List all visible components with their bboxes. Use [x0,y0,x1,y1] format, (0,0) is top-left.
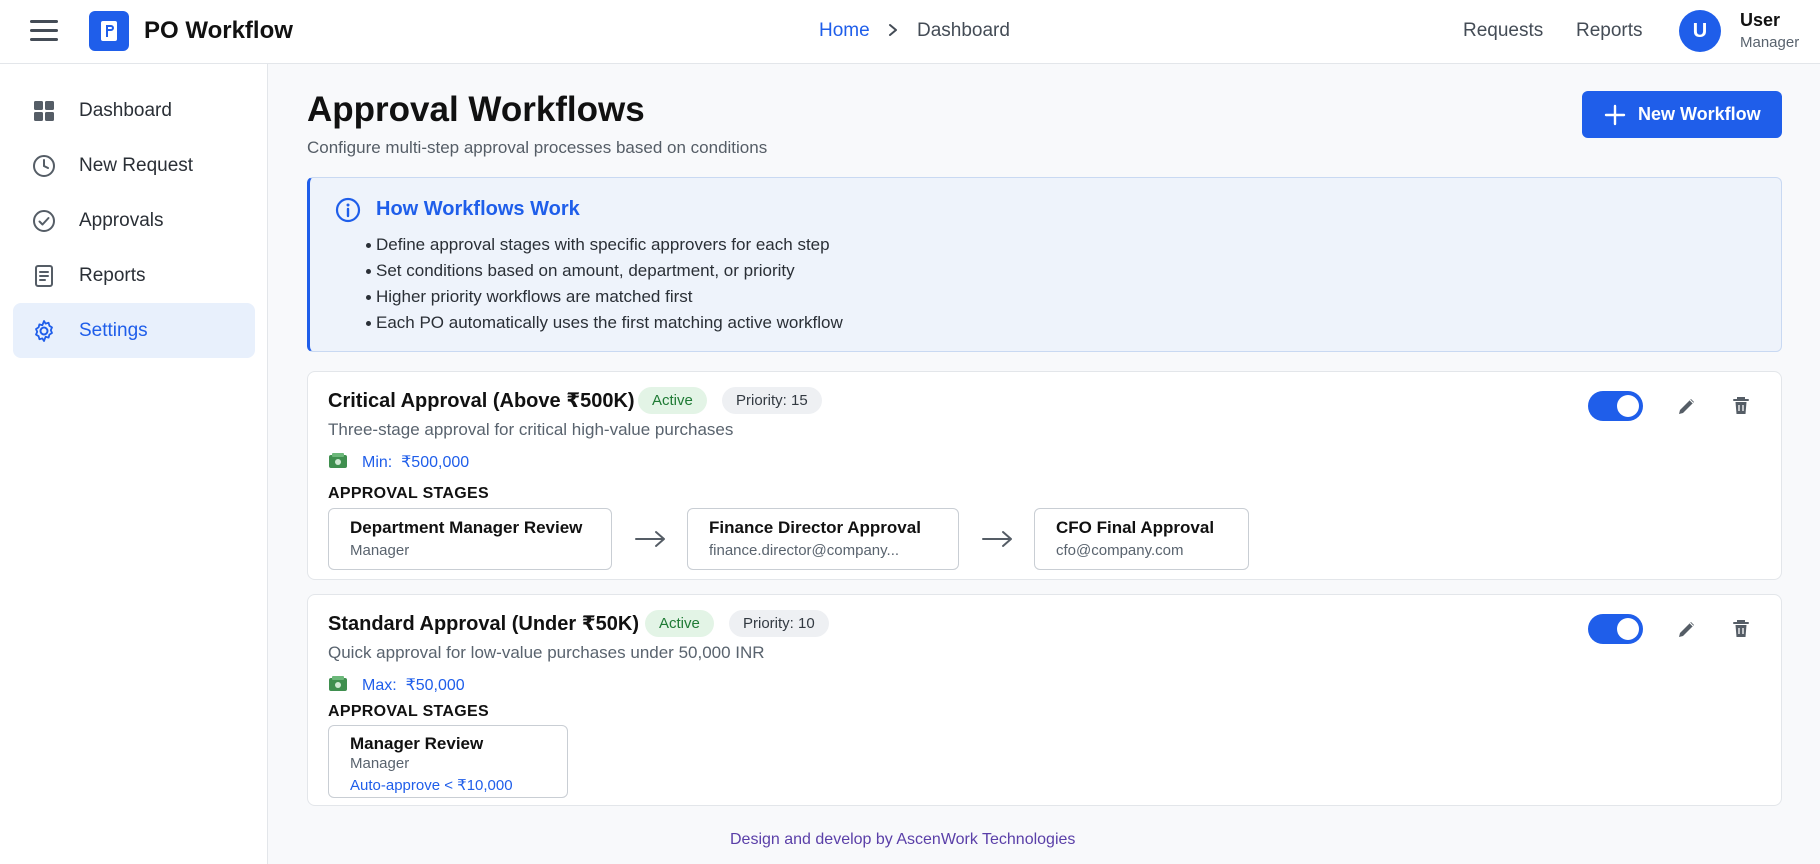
workflow-description: Three-stage approval for critical high-v… [328,420,734,439]
page-subtitle: Configure multi-step approval processes … [307,138,768,157]
stage-auto-approve-rule: Auto-approve < ₹10,000 [350,777,513,794]
amount-limit: Min: ₹500,000 [362,452,469,472]
stages-label: APPROVAL STAGES [328,703,489,720]
info-icon [335,197,361,223]
breadcrumb-current: Dashboard [917,20,1010,41]
delete-icon[interactable] [1729,394,1753,418]
arrow-right-icon [635,531,665,547]
breadcrumb-home-link[interactable]: Home [819,20,870,42]
info-list-item: Higher priority workflows are matched fi… [366,287,843,313]
workflow-name: Standard Approval (Under ₹50K) [328,613,639,635]
limit-value: ₹500,000 [401,454,470,471]
money-icon [329,453,347,468]
new-workflow-button[interactable]: New Workflow [1582,91,1782,138]
stage-card: CFO Final Approval cfo@company.com [1034,508,1249,570]
info-list: Define approval stages with specific app… [366,235,843,339]
workflow-card-critical: Critical Approval (Above ₹500K) Active P… [307,371,1782,580]
gear-icon [35,320,53,342]
stage-name: CFO Final Approval [1056,518,1215,537]
app-logo-icon [89,11,129,51]
workflow-description: Quick approval for low-value purchases u… [328,643,765,662]
page-title: Approval Workflows [307,90,645,129]
clock-icon [33,155,55,177]
user-role: Manager [1740,34,1800,51]
footer-credit: Design and develop by AscenWork Technolo… [730,831,1076,848]
workflow-enabled-toggle[interactable] [1588,614,1643,644]
sidebar-item-settings[interactable]: Settings [13,303,255,358]
sidebar-item-reports[interactable]: Reports [13,248,255,303]
stage-card: Department Manager Review Manager [328,508,612,570]
sidebar-item-new-request[interactable]: New Request [13,138,255,193]
dashboard-icon [34,101,54,121]
sidebar: Dashboard New Request Approvals Reports … [0,64,268,864]
stage-name: Manager Review [350,734,484,753]
avatar[interactable]: U [1679,10,1721,52]
status-badge: Active [645,610,714,637]
workflow-name: Critical Approval (Above ₹500K) [328,390,635,412]
document-icon [35,265,53,287]
money-icon [329,676,347,691]
amount-limit: Max: ₹50,000 [362,675,465,695]
top-bar: PO Workflow Home Dashboard Requests Repo… [0,0,1820,64]
sidebar-item-label: Approvals [79,210,164,231]
menu-icon[interactable] [30,20,58,42]
check-circle-icon [33,210,55,232]
info-title: How Workflows Work [376,198,580,220]
sidebar-item-label: Dashboard [79,100,172,121]
stage-card: Finance Director Approval finance.direct… [687,508,959,570]
sidebar-item-label: New Request [79,155,194,176]
priority-badge: Priority: 15 [722,387,822,414]
app-title: PO Workflow [144,17,293,44]
limit-label: Max: [362,677,397,694]
stage-approver: finance.director@company... [709,542,900,559]
arrow-right-icon [982,531,1012,547]
new-workflow-label: New Workflow [1638,104,1761,124]
stage-name: Department Manager Review [350,518,583,537]
status-badge: Active [638,387,707,414]
limit-label: Min: [362,454,393,471]
stages-label: APPROVAL STAGES [328,485,489,502]
info-panel: How Workflows Work Define approval stage… [307,177,1782,352]
limit-value: ₹50,000 [405,677,465,694]
edit-icon[interactable] [1675,617,1699,641]
nav-requests-link[interactable]: Requests [1463,20,1543,42]
chevron-right-icon [889,24,897,36]
user-name: User [1740,10,1781,30]
plus-icon [1604,104,1626,126]
info-list-item: Set conditions based on amount, departme… [366,261,843,287]
delete-icon[interactable] [1729,617,1753,641]
nav-reports-link[interactable]: Reports [1576,20,1643,42]
workflow-enabled-toggle[interactable] [1588,391,1643,421]
priority-badge: Priority: 10 [729,610,829,637]
workflow-card-standard: Standard Approval (Under ₹50K) Active Pr… [307,594,1782,806]
sidebar-item-label: Settings [79,320,148,341]
info-list-item: Each PO automatically uses the first mat… [366,313,843,339]
stage-approver: cfo@company.com [1056,542,1184,559]
sidebar-item-label: Reports [79,265,146,286]
stage-approver: Manager [350,542,410,559]
sidebar-item-approvals[interactable]: Approvals [13,193,255,248]
sidebar-item-dashboard[interactable]: Dashboard [13,83,255,138]
stage-name: Finance Director Approval [709,518,921,537]
stage-card: Manager Review Manager Auto-approve < ₹1… [328,725,568,798]
stage-approver: Manager [350,755,410,772]
edit-icon[interactable] [1675,394,1699,418]
info-list-item: Define approval stages with specific app… [366,235,843,261]
